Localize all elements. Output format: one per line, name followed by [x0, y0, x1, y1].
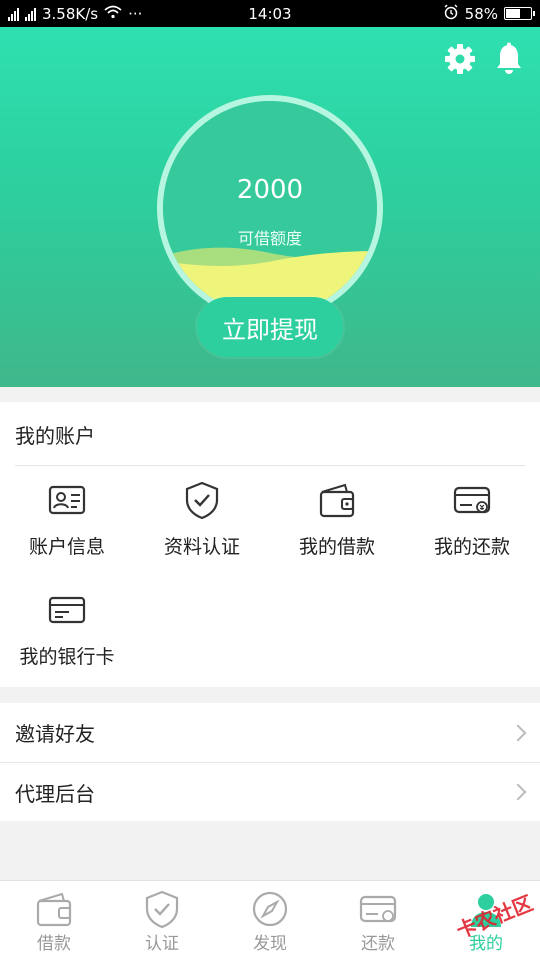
- signal-1-icon: [8, 7, 19, 21]
- wifi-icon: [104, 5, 122, 23]
- wallet-icon: [319, 483, 355, 518]
- row-label: 代理后台: [15, 781, 95, 806]
- notification-bell-icon[interactable]: [491, 41, 527, 77]
- section-title: 我的账户: [15, 424, 95, 448]
- row-label: 邀请好友: [15, 722, 95, 746]
- available-amount-label: 可借额度: [237, 229, 302, 248]
- tab-label: 还款: [361, 934, 395, 954]
- tab-repay[interactable]: 还款: [324, 881, 432, 960]
- shield-check-icon: [185, 481, 219, 520]
- header-panel: 2000 可借额度 立即提现: [0, 27, 540, 387]
- settings-gear-icon[interactable]: [442, 41, 478, 77]
- alarm-icon: [443, 4, 459, 24]
- credit-gauge: 2000 可借额度: [157, 95, 383, 321]
- tab-label: 认证: [145, 934, 179, 954]
- signal-2-icon: [25, 7, 36, 21]
- my-loans-item[interactable]: 我的借款: [270, 480, 404, 580]
- status-bar: 3.58K/s ··· 14:03 58%: [0, 0, 540, 27]
- wallet-icon: [36, 892, 72, 927]
- chevron-right-icon: [509, 724, 527, 741]
- bank-card-icon: [48, 596, 86, 624]
- chevron-right-icon: [509, 783, 527, 801]
- battery-percent: 58%: [464, 4, 498, 23]
- tab-verify[interactable]: 认证: [108, 881, 216, 960]
- id-card-icon: [48, 485, 86, 515]
- data-verification-item[interactable]: 资料认证: [135, 480, 269, 580]
- network-speed: 3.58K/s: [42, 4, 99, 23]
- menu-list: 邀请好友 代理后台: [0, 703, 540, 821]
- item-label: 账户信息: [28, 536, 105, 558]
- withdraw-now-button[interactable]: 立即提现: [197, 297, 343, 357]
- tab-label: 借款: [37, 934, 71, 954]
- bottom-tab-bar: 借款 认证 发现 还款 我的 卡农社区: [0, 880, 540, 960]
- item-label: 我的借款: [298, 536, 375, 558]
- my-bank-card-item[interactable]: 我的银行卡: [0, 590, 134, 690]
- tab-discover[interactable]: 发现: [216, 881, 324, 960]
- battery-icon: [504, 7, 535, 20]
- available-amount: 2000: [236, 175, 304, 205]
- invite-friends-row[interactable]: 邀请好友: [0, 703, 540, 762]
- my-account-section: 我的账户 账户信息 资料认证 我的借款 我的还款 我的银行卡: [0, 402, 540, 687]
- agent-backend-row[interactable]: 代理后台: [0, 762, 540, 821]
- item-label: 我的还款: [433, 536, 510, 558]
- account-info-item[interactable]: 账户信息: [0, 480, 134, 580]
- tab-label: 发现: [253, 934, 287, 954]
- shield-check-icon: [145, 890, 179, 929]
- item-label: 我的银行卡: [19, 646, 115, 668]
- compass-icon: [252, 891, 288, 927]
- card-repay-icon: [453, 486, 491, 514]
- my-repayments-item[interactable]: 我的还款: [405, 480, 539, 580]
- divider: [15, 465, 525, 466]
- tab-loan[interactable]: 借款: [0, 881, 108, 960]
- more-indicator: ···: [128, 4, 143, 23]
- item-label: 资料认证: [163, 536, 240, 558]
- wave-fill: [163, 247, 377, 315]
- card-repay-icon: [359, 895, 397, 923]
